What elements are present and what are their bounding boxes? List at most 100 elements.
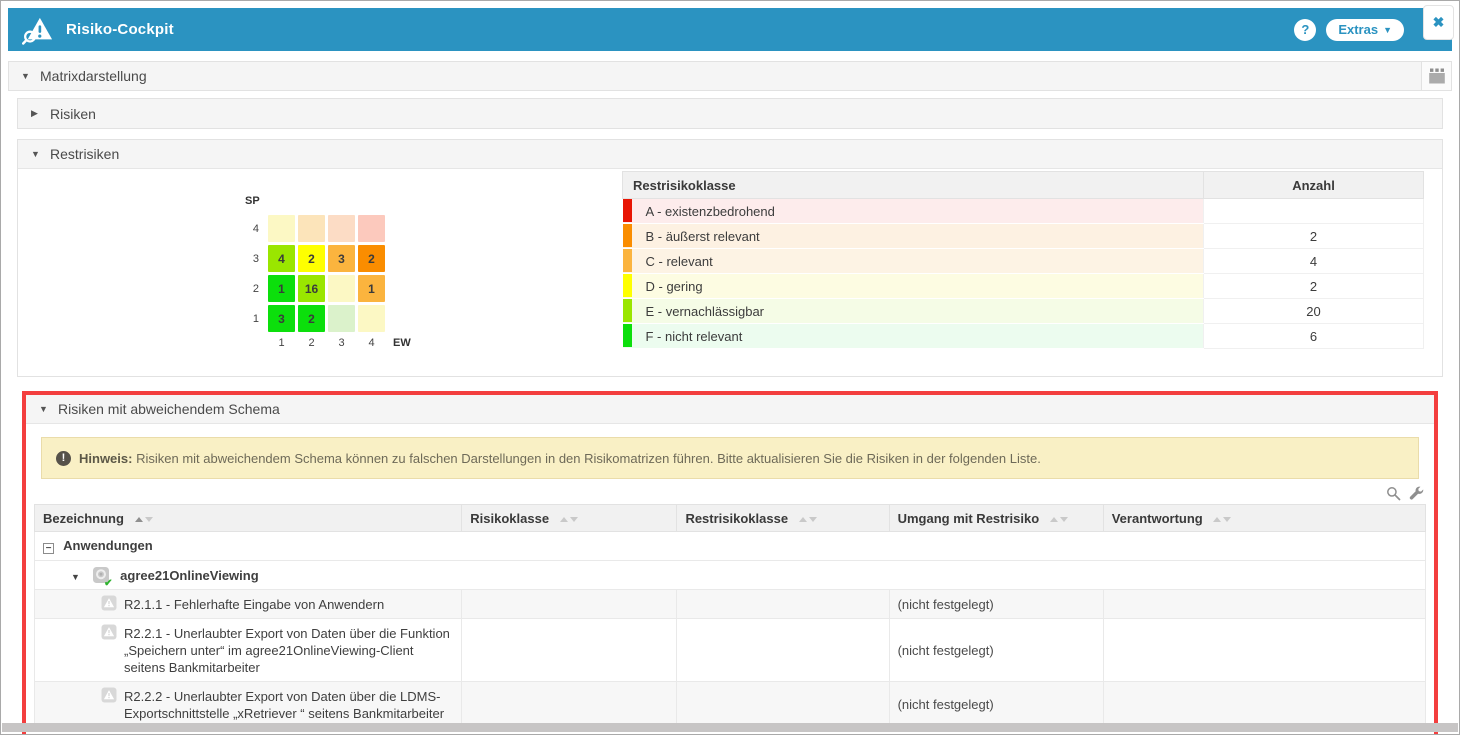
class-color-indicator <box>623 274 632 297</box>
risk-row[interactable]: R2.2.1 - Unerlaubter Export von Daten üb… <box>35 619 1426 682</box>
info-exclamation-icon: ! <box>56 451 71 466</box>
restrisiko-row[interactable]: B - äußerst relevant2 <box>623 224 1424 249</box>
titlebar-actions: ? Extras ▼ <box>1294 19 1438 41</box>
matrix-cell[interactable]: 1 <box>268 275 295 302</box>
page-title: Risiko-Cockpit <box>66 21 174 38</box>
sort-icons[interactable] <box>1050 517 1068 522</box>
section-matrixdarstellung-header[interactable]: ▼ Matrixdarstellung <box>8 61 1452 91</box>
restrisiko-row[interactable]: C - relevant4 <box>623 249 1424 274</box>
close-button[interactable]: ✖ <box>1423 5 1454 40</box>
matrix-x-tick: 2 <box>298 337 325 349</box>
section-abweichend-header[interactable]: ▼ Risiken mit abweichendem Schema <box>26 395 1434 424</box>
matrix-cell[interactable]: 2 <box>358 245 385 272</box>
highlight-red-border: ▼ Risiken mit abweichendem Schema ! Hinw… <box>22 391 1438 735</box>
handling-cell: (nicht festgelegt) <box>889 590 1103 619</box>
restrisiko-table-header-row: Restrisikoklasse Anzahl <box>623 172 1424 199</box>
group-row-anwendungen[interactable]: − Anwendungen <box>35 532 1426 561</box>
matrix-cell <box>268 215 295 242</box>
section-risiken: ▶ Risiken <box>17 98 1443 129</box>
section-risiken-header[interactable]: ▶ Risiken <box>18 99 1442 128</box>
section-abweichend-title: Risiken mit abweichendem Schema <box>58 401 280 417</box>
hint-box: ! Hinweis: Risiken mit abweichendem Sche… <box>41 437 1419 479</box>
panels-container: ▶ Risiken ▼ Restrisiken SP 4342322116113… <box>8 91 1452 735</box>
class-color-indicator <box>623 324 632 347</box>
residual-class-cell <box>677 619 889 682</box>
matrix-cell[interactable]: 3 <box>268 305 295 332</box>
restrisiko-count-cell: 6 <box>1204 324 1424 349</box>
matrix-row: 132 <box>241 305 622 332</box>
subgroup-row-agree21onlineviewing[interactable]: ▼ ✔ agree21OnlineViewing <box>35 561 1426 590</box>
matrix-cell[interactable]: 1 <box>358 275 385 302</box>
calendar-icon[interactable] <box>1421 62 1451 90</box>
caret-down-icon: ▼ <box>21 71 31 81</box>
column-header-restrisikoklasse[interactable]: Restrisikoklasse <box>677 505 889 532</box>
restrisiko-class-cell: D - gering <box>623 274 1204 299</box>
risk-name: R2.2.1 - Unerlaubter Export von Daten üb… <box>124 624 453 676</box>
restrisiko-class-cell: B - äußerst relevant <box>623 224 1204 249</box>
risk-name-cell: R2.2.2 - Unerlaubter Export von Daten üb… <box>35 682 462 728</box>
matrix-cell[interactable]: 2 <box>298 245 325 272</box>
hint-text-wrap: Hinweis: Risiken mit abweichendem Schema… <box>79 451 1041 466</box>
risk-row[interactable]: R2.2.2 - Unerlaubter Export von Daten üb… <box>35 682 1426 728</box>
restrisiko-table-wrap: Restrisikoklasse Anzahl A - existenzbedr… <box>622 171 1424 352</box>
matrix-cell <box>328 275 355 302</box>
risk-table-body: − Anwendungen ▼ <box>35 532 1426 728</box>
handling-cell: (nicht festgelegt) <box>889 619 1103 682</box>
matrix-y-tick: 3 <box>241 253 259 265</box>
matrix-cell[interactable]: 4 <box>268 245 295 272</box>
help-button[interactable]: ? <box>1294 19 1316 41</box>
column-label: Verantwortung <box>1112 511 1203 526</box>
restrisiko-row[interactable]: A - existenzbedrohend <box>623 199 1424 224</box>
section-risiken-title: Risiken <box>50 106 96 122</box>
warning-triangle-icon <box>101 595 117 611</box>
matrix-cell[interactable]: 16 <box>298 275 325 302</box>
extras-button[interactable]: Extras ▼ <box>1326 19 1404 41</box>
column-header-bezeichnung[interactable]: Bezeichnung <box>35 505 462 532</box>
class-color-indicator <box>623 249 632 272</box>
restrisiko-row[interactable]: F - nicht relevant6 <box>623 324 1424 349</box>
risk-name-inner: R2.2.1 - Unerlaubter Export von Daten üb… <box>101 624 453 676</box>
caret-down-icon: ▼ <box>39 404 49 414</box>
caret-right-icon: ▶ <box>31 108 41 119</box>
column-header-umgang[interactable]: Umgang mit Restrisiko <box>889 505 1103 532</box>
restrisiko-class-label: E - vernachlässigbar <box>646 304 765 319</box>
handling-cell: (nicht festgelegt) <box>889 682 1103 728</box>
minus-box-icon[interactable]: − <box>43 543 54 554</box>
risk-table: Bezeichnung Risikoklasse Restrisikoklass… <box>34 504 1426 728</box>
wrench-icon[interactable] <box>1409 486 1424 501</box>
warning-triangle-icon <box>101 624 117 640</box>
section-restrisiken-header[interactable]: ▼ Restrisiken <box>18 140 1442 169</box>
restrisiko-class-cell: C - relevant <box>623 249 1204 274</box>
matrix-row: 21161 <box>241 275 622 302</box>
class-color-indicator <box>623 299 632 322</box>
section-matrixdarstellung-title: Matrixdarstellung <box>40 68 147 84</box>
sort-icons[interactable] <box>799 517 817 522</box>
responsibility-cell <box>1103 619 1425 682</box>
matrix-cell <box>328 305 355 332</box>
risk-class-cell <box>462 619 677 682</box>
matrix-x-axis: 1234EW <box>241 337 622 349</box>
caret-down-icon[interactable]: ▼ <box>71 572 80 582</box>
matrix-row: 4 <box>241 215 622 242</box>
subgroup-label: agree21OnlineViewing <box>120 568 258 583</box>
matrix-cell <box>298 215 325 242</box>
restrisiko-row[interactable]: D - gering2 <box>623 274 1424 299</box>
matrix-x-axis-label: EW <box>393 337 411 349</box>
column-header-risikoklasse[interactable]: Risikoklasse <box>462 505 677 532</box>
column-label: Bezeichnung <box>43 511 124 526</box>
section-restrisiken-title: Restrisiken <box>50 146 119 162</box>
restrisiko-class-label: D - gering <box>646 279 703 294</box>
sort-icons[interactable] <box>560 517 578 522</box>
column-header-anzahl: Anzahl <box>1204 172 1424 199</box>
matrix-x-tick: 1 <box>268 337 295 349</box>
check-icon: ✔ <box>104 578 112 589</box>
column-header-verantwortung[interactable]: Verantwortung <box>1103 505 1425 532</box>
matrix-cell[interactable]: 2 <box>298 305 325 332</box>
sort-icons[interactable] <box>135 517 153 522</box>
risk-row[interactable]: R2.1.1 - Fehlerhafte Eingabe von Anwende… <box>35 590 1426 619</box>
search-icon[interactable] <box>1386 486 1401 501</box>
hint-label: Hinweis: <box>79 451 132 466</box>
matrix-cell[interactable]: 3 <box>328 245 355 272</box>
restrisiko-row[interactable]: E - vernachlässigbar20 <box>623 299 1424 324</box>
sort-icons[interactable] <box>1213 517 1231 522</box>
